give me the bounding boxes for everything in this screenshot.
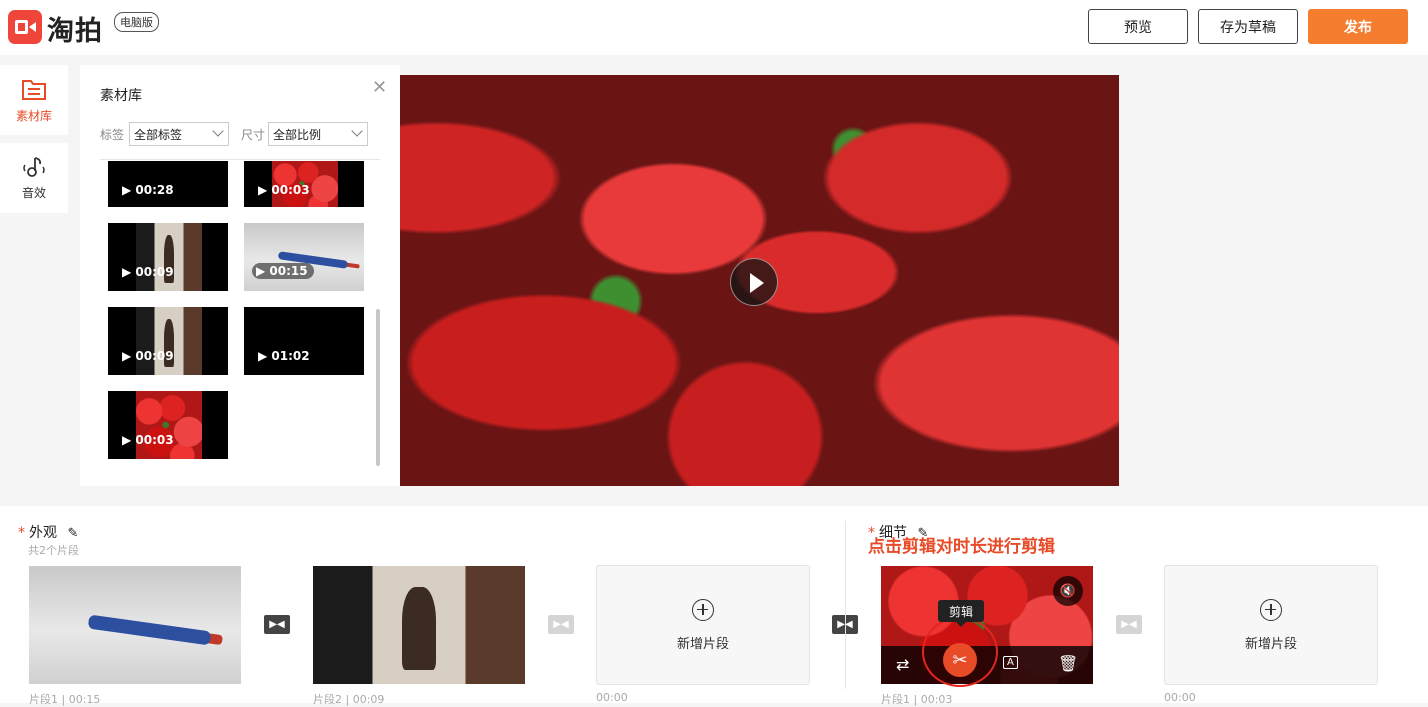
duration-label: ▶ 00:09 xyxy=(122,265,174,279)
section-divider xyxy=(845,521,846,689)
duration-label: ▶ 00:03 xyxy=(122,433,174,447)
text-icon[interactable]: A xyxy=(1003,656,1018,669)
duration-label: ▶ 01:02 xyxy=(258,349,310,363)
clip-caption: 片段2 | 00:09 xyxy=(313,693,385,706)
library-item[interactable]: ▶ 00:28 xyxy=(108,161,228,207)
clip-caption: 00:00 xyxy=(596,691,628,704)
transition-icon[interactable]: ▶◀ xyxy=(548,615,574,634)
tag-filter-select[interactable]: 全部标签 xyxy=(129,122,229,146)
library-item[interactable]: ▶ 00:15 xyxy=(244,223,364,291)
top-header: 淘拍 电脑版 预览 存为草稿 发布 xyxy=(0,0,1428,55)
rail-item-sound[interactable]: 音效 xyxy=(0,143,68,213)
library-item[interactable]: ▶ 01:02 xyxy=(244,307,364,375)
strawberry-thumbnail xyxy=(136,391,202,459)
cut-tooltip: 剪辑 xyxy=(938,600,984,627)
chevron-down-icon xyxy=(351,125,363,137)
add-segment-label: 新增片段 xyxy=(676,636,729,652)
trash-icon[interactable]: 🗑 xyxy=(1058,654,1078,673)
material-library-panel: 素材库 ✕ 标签 全部标签 尺寸 全部比例 ▶ 00:28 ▶ 00:03 ▶ … xyxy=(80,65,400,486)
segment-clip[interactable] xyxy=(313,566,525,684)
library-item[interactable]: ▶ 00:09 xyxy=(108,223,228,291)
scrollbar[interactable] xyxy=(376,309,380,466)
chevron-down-icon xyxy=(212,125,224,137)
duration-label: ▶ 00:28 xyxy=(122,183,174,197)
rail-item-library[interactable]: 素材库 xyxy=(0,65,68,135)
person-thumbnail xyxy=(136,307,202,375)
transition-icon[interactable]: ▶◀ xyxy=(1116,615,1142,634)
edit-icon[interactable]: ✎ xyxy=(67,526,78,541)
rail-item-label: 素材库 xyxy=(15,109,52,123)
size-filter-label: 尺寸 xyxy=(241,128,266,142)
plus-circle-icon xyxy=(1260,598,1282,621)
tag-filter-label: 标签 xyxy=(100,128,125,142)
sound-effect-icon xyxy=(23,157,45,177)
replace-icon[interactable]: ⇄ xyxy=(896,655,909,674)
taopai-logo-icon xyxy=(8,10,42,44)
publish-button[interactable]: 发布 xyxy=(1308,9,1408,44)
preview-button[interactable]: 预览 xyxy=(1088,9,1188,44)
size-filter-select[interactable]: 全部比例 xyxy=(268,122,368,146)
highlight-ring xyxy=(922,617,998,687)
play-icon[interactable] xyxy=(730,258,778,306)
add-segment-label: 新增片段 xyxy=(1244,636,1297,652)
tag-filter-value: 全部标签 xyxy=(134,128,183,142)
duration-label: ▶ 00:09 xyxy=(122,349,174,363)
rail-item-label: 音效 xyxy=(21,186,46,200)
video-preview[interactable] xyxy=(400,75,1119,486)
add-segment-button[interactable]: 新增片段 xyxy=(1164,565,1378,685)
clip-caption: 00:00 xyxy=(1164,691,1196,704)
logo-badge: 电脑版 xyxy=(114,12,159,32)
clip-caption: 片段1 | 00:15 xyxy=(29,693,101,706)
segment-clip[interactable] xyxy=(29,566,241,684)
person-thumbnail xyxy=(136,223,202,291)
logo-text: 淘拍 xyxy=(47,16,103,47)
size-filter-value: 全部比例 xyxy=(273,128,322,142)
instruction-annotation: 点击剪辑对时长进行剪辑 xyxy=(868,537,1055,557)
library-item[interactable]: ▶ 00:03 xyxy=(108,391,228,459)
plus-circle-icon xyxy=(692,598,714,621)
panel-title: 素材库 xyxy=(100,88,142,104)
duration-label: ▶ 00:15 xyxy=(252,263,314,279)
library-item[interactable]: ▶ 00:03 xyxy=(244,161,364,207)
section-title-appearance: * 外观 ✎ xyxy=(18,525,79,541)
library-icon xyxy=(22,80,46,100)
save-draft-button[interactable]: 存为草稿 xyxy=(1198,9,1298,44)
transition-icon[interactable]: ▶◀ xyxy=(264,615,290,634)
library-item[interactable]: ▶ 00:09 xyxy=(108,307,228,375)
duration-label: ▶ 00:03 xyxy=(258,183,310,197)
clip-caption: 片段1 | 00:03 xyxy=(881,693,953,706)
mute-icon[interactable]: 🔇 xyxy=(1053,576,1083,606)
segment-count: 共2个片段 xyxy=(28,544,79,557)
close-icon[interactable]: ✕ xyxy=(372,77,387,98)
divider xyxy=(100,159,380,160)
add-segment-button[interactable]: 新增片段 xyxy=(596,565,810,685)
